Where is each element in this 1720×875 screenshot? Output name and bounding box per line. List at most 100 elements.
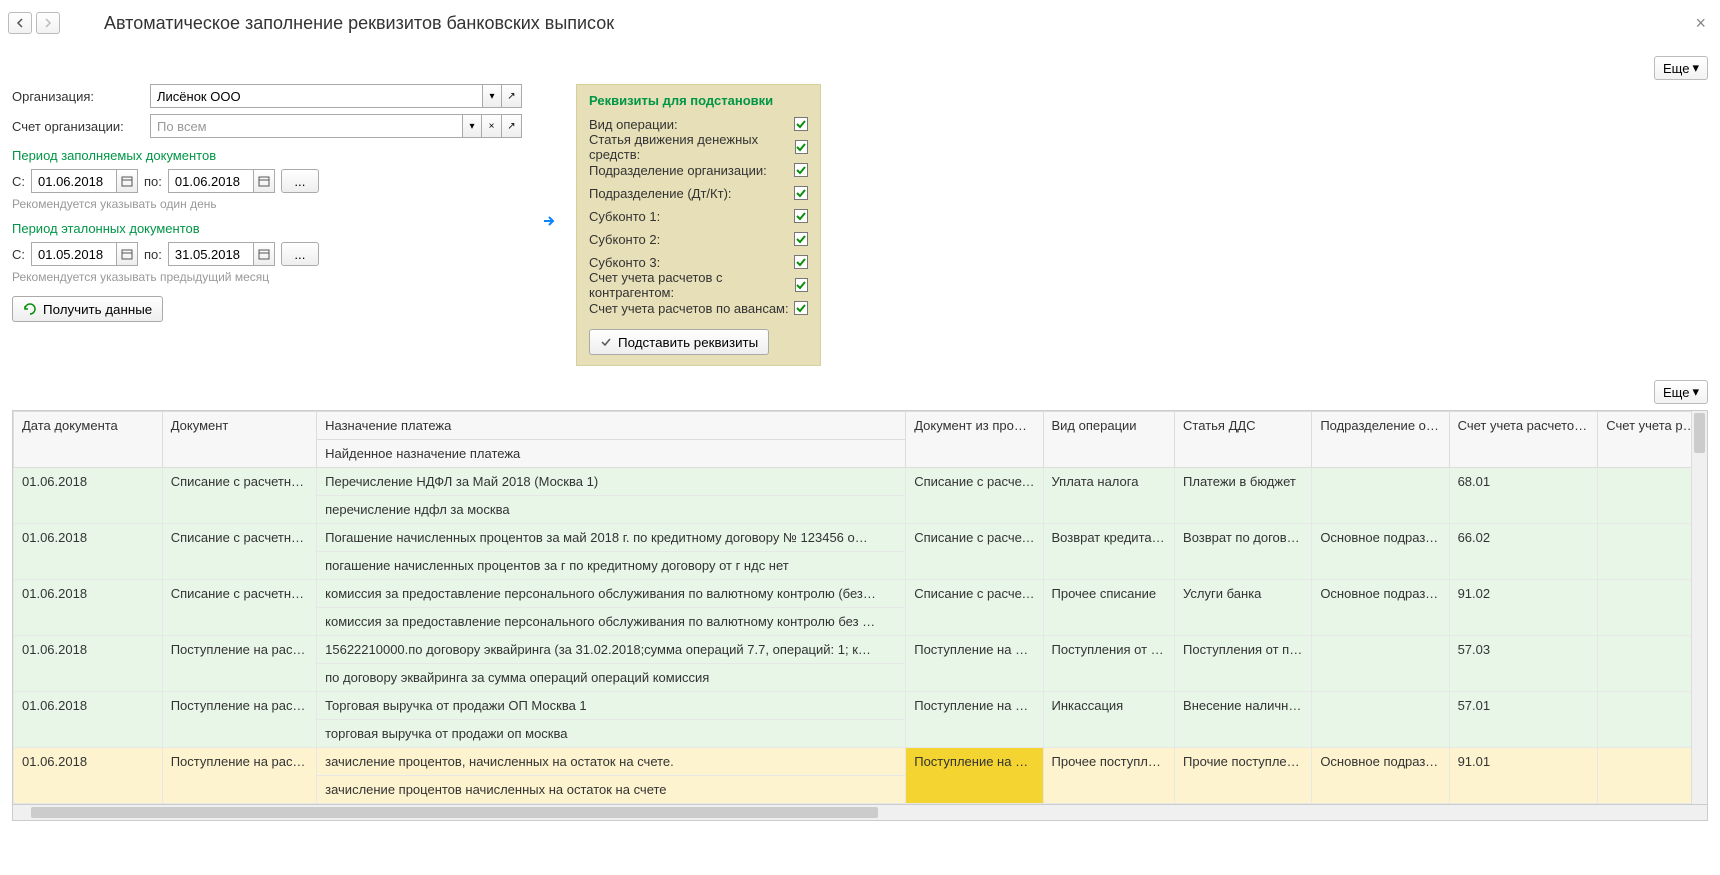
cell-naz-found: комиссия за предоставление персонального… <box>317 608 906 636</box>
col-op[interactable]: Вид операции <box>1043 412 1175 468</box>
period-fill-hint: Рекомендуется указывать один день <box>12 197 522 211</box>
account-row: Счет организации: ▾ × ↗ <box>12 114 522 138</box>
checkbox-label: Субконто 2: <box>589 232 660 247</box>
cell-naz: Погашение начисленных процентов за май 2… <box>317 524 906 552</box>
cell-dds: Прочие поступления <box>1175 748 1312 804</box>
checkbox-label: Субконто 1: <box>589 209 660 224</box>
get-data-button[interactable]: Получить данные <box>12 296 163 322</box>
cell-dds: Поступления от продаж по … <box>1175 636 1312 692</box>
org-label: Организация: <box>12 89 150 104</box>
checkbox-row: Вид операции: <box>589 114 808 134</box>
org-input[interactable] <box>150 84 482 108</box>
checkbox-label: Подразделение (Дт/Кт): <box>589 186 732 201</box>
scrollbar-thumb[interactable] <box>31 807 878 818</box>
period-fill-row: С: по: ... <box>12 169 522 193</box>
col-sch1[interactable]: Счет учета расчетов с … <box>1449 412 1598 468</box>
results-table: Дата документа Документ Назначение плате… <box>13 411 1707 804</box>
account-input[interactable] <box>150 114 462 138</box>
table-row[interactable]: 01.06.2018 Поступление на расчетный счет… <box>14 692 1707 720</box>
table-row[interactable]: 01.06.2018 Поступление на расчетный счет… <box>14 636 1707 664</box>
ref-from-input[interactable] <box>31 242 116 266</box>
open-icon[interactable]: ↗ <box>502 114 522 138</box>
checkbox-row: Субконто 2: <box>589 229 808 249</box>
account-combo: ▾ × ↗ <box>150 114 522 138</box>
checkbox-label: Субконто 3: <box>589 255 660 270</box>
panel-title: Реквизиты для подстановки <box>589 93 808 108</box>
col-prev[interactable]: Документ из прошлого … <box>906 412 1043 468</box>
substitution-panel: Реквизиты для подстановки Вид операции: … <box>576 84 821 366</box>
checkbox-row: Субконто 1: <box>589 206 808 226</box>
period-fill-dots-button[interactable]: ... <box>281 169 319 193</box>
calendar-icon[interactable] <box>253 242 275 266</box>
calendar-icon[interactable] <box>116 242 138 266</box>
cell-naz: зачисление процентов, начисленных на ост… <box>317 748 906 776</box>
checkbox[interactable] <box>795 278 808 292</box>
col-podr[interactable]: Подразделение организации <box>1312 412 1449 468</box>
col-naz[interactable]: Назначение платежа <box>317 412 906 440</box>
cell-sch1: 57.03 <box>1449 636 1598 692</box>
dropdown-icon[interactable]: ▾ <box>482 84 502 108</box>
form-left-column: Организация: ▾ ↗ Счет организации: ▾ × ↗… <box>12 84 522 322</box>
cell-prev: Поступление на расчетный сче… <box>906 748 1043 804</box>
cell-date: 01.06.2018 <box>14 524 163 580</box>
back-button[interactable] <box>8 12 32 34</box>
checkbox-row: Счет учета расчетов по авансам: <box>589 298 808 318</box>
checkbox-label: Вид операции: <box>589 117 678 132</box>
arrow-separator <box>542 84 556 228</box>
horizontal-scrollbar[interactable] <box>12 805 1708 821</box>
scrollbar-thumb[interactable] <box>1694 413 1705 453</box>
cell-sch1: 91.02 <box>1449 580 1598 636</box>
checkbox[interactable] <box>794 301 808 315</box>
col-naz-found[interactable]: Найденное назначение платежа <box>317 440 906 468</box>
substitute-button[interactable]: Подставить реквизиты <box>589 329 769 355</box>
cell-prev: Списание с расчетного счета <box>906 580 1043 636</box>
table-row[interactable]: 01.06.2018 Списание с расчетного счета …… <box>14 524 1707 552</box>
cell-date: 01.06.2018 <box>14 748 163 804</box>
more-button-table[interactable]: Еще ▾ <box>1654 380 1708 404</box>
checkbox[interactable] <box>794 209 808 223</box>
col-dds[interactable]: Статья ДДС <box>1175 412 1312 468</box>
more-button-top[interactable]: Еще ▾ <box>1654 56 1708 80</box>
cell-op: Поступления от продаж по … <box>1043 636 1175 692</box>
checkbox[interactable] <box>794 232 808 246</box>
vertical-scrollbar[interactable] <box>1691 411 1707 804</box>
cell-doc: Списание с расчетного счета … <box>162 524 316 580</box>
ref-to-input[interactable] <box>168 242 253 266</box>
dropdown-icon[interactable]: ▾ <box>462 114 482 138</box>
cell-sch1: 91.01 <box>1449 748 1598 804</box>
close-icon[interactable]: × <box>1689 13 1712 34</box>
cell-prev: Списание с расчетного счета <box>906 524 1043 580</box>
cell-op: Инкассация <box>1043 692 1175 748</box>
calendar-icon[interactable] <box>116 169 138 193</box>
cell-sch1: 57.01 <box>1449 692 1598 748</box>
cell-sch1: 66.02 <box>1449 524 1598 580</box>
cell-sch1: 68.01 <box>1449 468 1598 524</box>
clear-icon[interactable]: × <box>482 114 502 138</box>
cell-doc: Поступление на расчетный счет … <box>162 748 316 804</box>
fill-to-input[interactable] <box>168 169 253 193</box>
calendar-icon[interactable] <box>253 169 275 193</box>
cell-dds: Платежи в бюджет <box>1175 468 1312 524</box>
col-doc[interactable]: Документ <box>162 412 316 468</box>
check-icon <box>600 336 612 348</box>
cell-date: 01.06.2018 <box>14 692 163 748</box>
col-date[interactable]: Дата документа <box>14 412 163 468</box>
checkbox[interactable] <box>794 163 808 177</box>
table-row[interactable]: 01.06.2018 Списание с расчетного счета …… <box>14 580 1707 608</box>
checkbox[interactable] <box>794 255 808 269</box>
cell-naz: Перечисление НДФЛ за Май 2018 (Москва 1) <box>317 468 906 496</box>
checkbox[interactable] <box>794 186 808 200</box>
period-ref-dots-button[interactable]: ... <box>281 242 319 266</box>
open-icon[interactable]: ↗ <box>502 84 522 108</box>
checkbox[interactable] <box>795 140 808 154</box>
checkbox[interactable] <box>794 117 808 131</box>
table-row[interactable]: 01.06.2018 Поступление на расчетный счет… <box>14 748 1707 776</box>
page-title: Автоматическое заполнение реквизитов бан… <box>104 13 614 34</box>
substitute-label: Подставить реквизиты <box>618 335 758 350</box>
cell-dds: Внесение наличных на … <box>1175 692 1312 748</box>
cell-naz-found: перечисление ндфл за москва <box>317 496 906 524</box>
forward-button[interactable] <box>36 12 60 34</box>
fill-from-input[interactable] <box>31 169 116 193</box>
checkbox-label: Счет учета расчетов по авансам: <box>589 301 789 316</box>
table-row[interactable]: 01.06.2018 Списание с расчетного счета …… <box>14 468 1707 496</box>
